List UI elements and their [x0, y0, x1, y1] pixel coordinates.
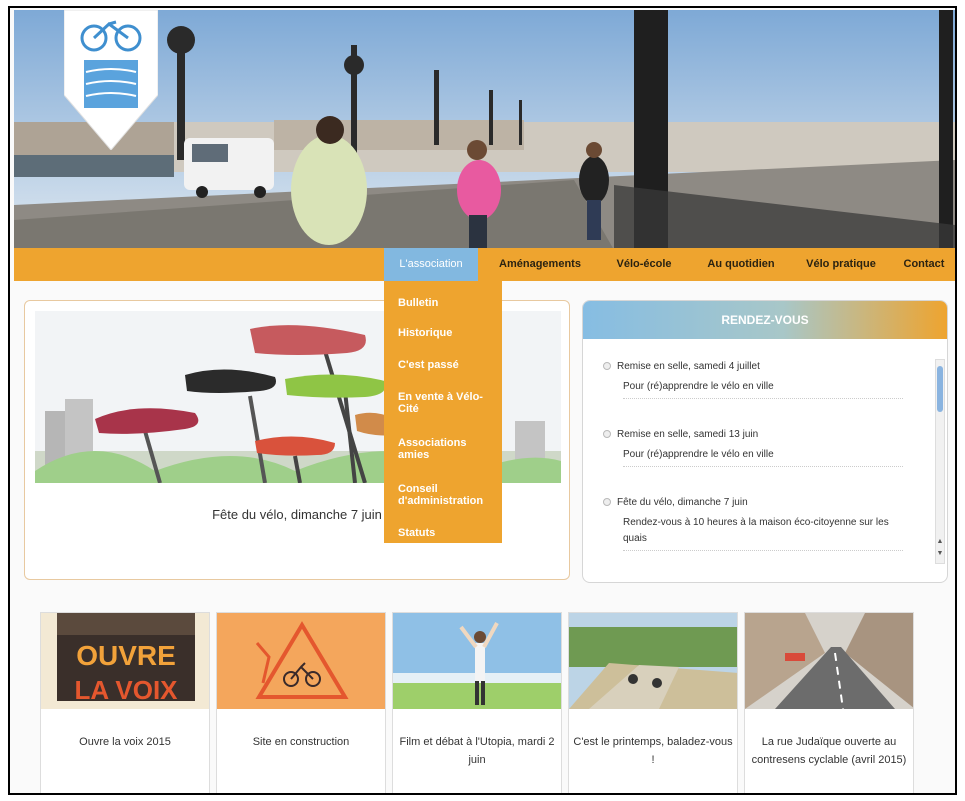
- nav-item-velo-ecole[interactable]: Vélo-école: [606, 248, 682, 281]
- news-card[interactable]: La rue Judaïque ouverte au contresens cy…: [744, 612, 914, 793]
- event-description: Pour (ré)apprendre le vélo en ville: [623, 379, 903, 399]
- nav-item-contact[interactable]: Contact: [896, 248, 952, 281]
- ouvre-la-voix-poster: OUVRE LA VOIX: [41, 613, 209, 709]
- nav-item-au-quotidien[interactable]: Au quotidien: [698, 248, 784, 281]
- page-frame: L'association Aménagements Vélo-école Au…: [8, 6, 957, 795]
- card-caption[interactable]: Site en construction: [221, 733, 381, 751]
- dropdown-item-conseil[interactable]: Conseil d'administration: [398, 483, 494, 507]
- bullet-icon: [603, 498, 611, 506]
- dropdown-item-associations-amies[interactable]: Associations amies: [398, 437, 494, 461]
- news-card[interactable]: OUVRE LA VOIX Ouvre la voix 2015: [40, 612, 210, 793]
- association-dropdown-menu: Bulletin Historique C'est passé En vente…: [384, 281, 502, 543]
- news-card[interactable]: Film et débat à l'Utopia, mardi 2 juin: [392, 612, 562, 793]
- rendezvous-panel: RENDEZ-VOUS Remise en selle, samedi 4 ju…: [582, 300, 948, 583]
- event-title[interactable]: Remise en selle, samedi 13 juin: [617, 429, 758, 440]
- rendezvous-header: RENDEZ-VOUS: [583, 301, 947, 339]
- bicycle-logo-icon[interactable]: [64, 10, 158, 150]
- nav-item-association[interactable]: L'association: [384, 248, 478, 281]
- bullet-icon: [603, 362, 611, 370]
- card-caption[interactable]: Film et débat à l'Utopia, mardi 2 juin: [397, 733, 557, 769]
- card-image: [745, 613, 913, 709]
- nav-item-amenagements[interactable]: Aménagements: [488, 248, 592, 281]
- rendezvous-scrollbar[interactable]: ▲ ▼: [935, 359, 945, 564]
- card-caption[interactable]: C'est le printemps, baladez-vous !: [573, 733, 733, 769]
- event-description: Rendez-vous à 10 heures à la maison éco-…: [623, 515, 903, 551]
- event-description: Pour (ré)apprendre le vélo en ville: [623, 447, 903, 467]
- dropdown-item-en-vente[interactable]: En vente à Vélo-Cité: [398, 391, 494, 415]
- street-contraflow-photo: [745, 613, 913, 709]
- event-title[interactable]: Remise en selle, samedi 4 juillet: [617, 361, 760, 372]
- card-caption[interactable]: La rue Judaïque ouverte au contresens cy…: [749, 733, 909, 769]
- hero-banner: [14, 10, 955, 250]
- news-card[interactable]: Site en construction: [216, 612, 386, 793]
- arrow-up-icon[interactable]: ▲: [936, 538, 944, 546]
- dropdown-item-statuts[interactable]: Statuts: [398, 527, 494, 539]
- person-arms-raised-photo: [393, 613, 561, 709]
- dropdown-item-historique[interactable]: Historique: [398, 327, 494, 339]
- card-image: [393, 613, 561, 709]
- scroll-thumb[interactable]: [937, 366, 943, 412]
- card-image: [569, 613, 737, 709]
- card-caption[interactable]: Ouvre la voix 2015: [45, 733, 205, 751]
- nav-item-velo-pratique[interactable]: Vélo pratique: [796, 248, 886, 281]
- card-image: [217, 613, 385, 709]
- dropdown-item-bulletin[interactable]: Bulletin: [398, 297, 494, 309]
- main-nav: L'association Aménagements Vélo-école Au…: [14, 248, 955, 281]
- construction-sign-icon: [217, 613, 385, 709]
- poster-line-2: LA VOIX: [74, 675, 178, 705]
- arrow-down-icon[interactable]: ▼: [936, 550, 944, 558]
- event-title[interactable]: Fête du vélo, dimanche 7 juin: [617, 497, 748, 508]
- card-image: OUVRE LA VOIX: [41, 613, 209, 709]
- bullet-icon: [603, 430, 611, 438]
- dropdown-item-cest-passe[interactable]: C'est passé: [398, 359, 494, 371]
- news-card[interactable]: C'est le printemps, baladez-vous !: [568, 612, 738, 793]
- poster-line-1: OUVRE: [76, 640, 176, 671]
- riverside-path-photo: [569, 613, 737, 709]
- rendezvous-title: RENDEZ-VOUS: [721, 313, 809, 327]
